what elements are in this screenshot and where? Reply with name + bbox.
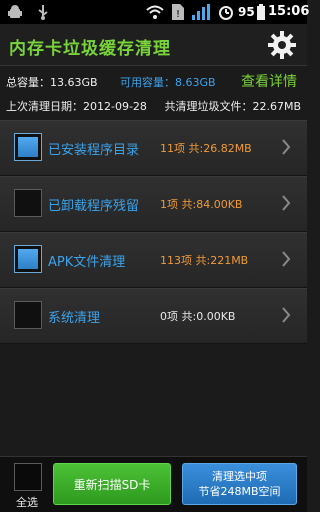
item-checkbox[interactable] [14, 301, 42, 329]
item-checkbox[interactable] [14, 133, 42, 161]
list-item-system-clean[interactable]: 系统清理 0项 共:0.00KB [0, 288, 307, 344]
item-label: 系统清理 [48, 311, 101, 326]
details-link[interactable]: 查看详情 [241, 71, 297, 91]
signal-icon [192, 4, 210, 20]
android-debug-icon [8, 4, 22, 20]
last-clean-date: 上次清理日期：2012-09-28 [6, 100, 147, 113]
clean-button-line2: 节省248MB空间 [198, 485, 281, 498]
item-label: 已卸载程序残留 [48, 199, 140, 214]
battery-percent: 95 [238, 5, 255, 19]
alarm-icon [218, 4, 234, 20]
sim-icon: ! [172, 4, 184, 20]
item-label: APK文件清理 [48, 255, 126, 270]
item-count: 1项 共:84.00KB [160, 198, 243, 211]
item-checkbox[interactable] [14, 189, 42, 217]
chevron-right-icon [281, 195, 291, 211]
clean-button-line1: 清理选中项 [212, 470, 267, 483]
storage-summary: 总容量：13.63GB 可用容量：8.63GB 查看详情 上次清理日期：2012… [0, 66, 307, 120]
rescan-sd-button[interactable]: 重新扫描SD卡 [53, 463, 171, 505]
clock: 15:06 [268, 4, 310, 19]
clean-selected-button[interactable]: 清理选中项 节省248MB空间 [182, 463, 297, 505]
bottom-action-bar: 全选 重新扫描SD卡 清理选中项 节省248MB空间 [0, 456, 307, 512]
item-count: 11项 共:26.82MB [160, 142, 252, 155]
usb-icon [36, 4, 50, 20]
select-all-checkbox[interactable] [14, 463, 42, 491]
title-bar: 内存卡垃圾缓存清理 [0, 24, 307, 66]
page-title: 内存卡垃圾缓存清理 [9, 39, 171, 59]
item-count: 113项 共:221MB [160, 254, 249, 267]
list-item-uninstalled-residue[interactable]: 已卸载程序残留 1项 共:84.00KB [0, 176, 307, 232]
status-bar: ! 95 15:06 [0, 0, 310, 24]
gear-icon[interactable] [267, 30, 297, 60]
item-count: 0项 共:0.00KB [160, 310, 236, 323]
chevron-right-icon [281, 307, 291, 323]
available-capacity: 可用容量：8.63GB [120, 76, 216, 89]
chevron-right-icon [281, 251, 291, 267]
item-label: 已安装程序目录 [48, 143, 140, 158]
total-cleaned: 共清理垃圾文件：22.67MB [164, 100, 301, 113]
wifi-icon [146, 4, 164, 20]
chevron-right-icon [281, 139, 291, 155]
list-item-installed-apps[interactable]: 已安装程序目录 11项 共:26.82MB [0, 120, 307, 176]
battery-icon [257, 4, 265, 20]
item-checkbox[interactable] [14, 245, 42, 273]
svg-text:!: ! [176, 9, 180, 20]
total-capacity: 总容量：13.63GB [6, 76, 98, 89]
list-item-apk-files[interactable]: APK文件清理 113项 共:221MB [0, 232, 307, 288]
select-all-label: 全选 [16, 496, 38, 509]
